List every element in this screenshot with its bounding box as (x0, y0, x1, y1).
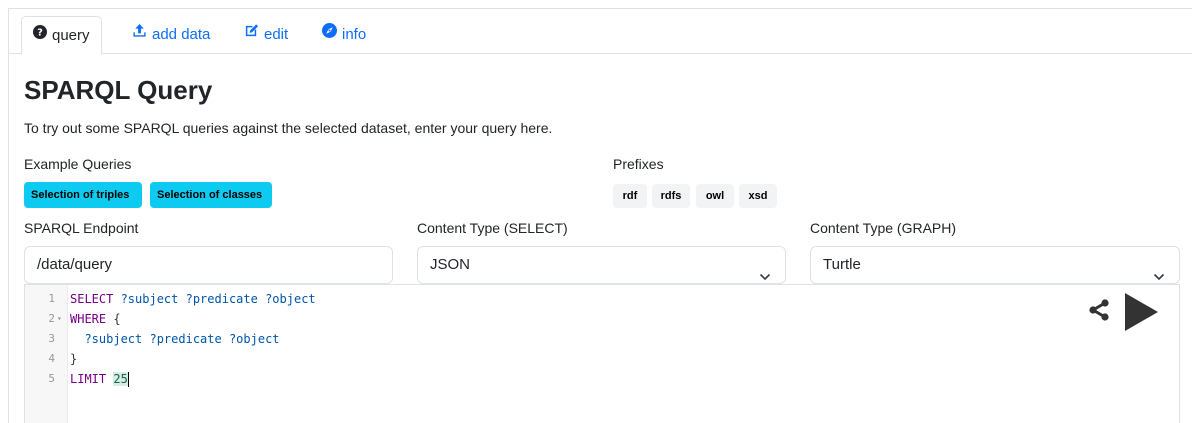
line-number: 5 (48, 372, 55, 385)
content-type-graph-label: Content Type (GRAPH) (810, 220, 957, 236)
content-type-select-dropdown[interactable]: JSON (417, 246, 786, 284)
prefix-rdfs-button[interactable]: rdfs (652, 184, 690, 208)
tab-query[interactable]: ? query (21, 16, 102, 55)
compass-icon (322, 15, 337, 53)
code-number: 25 (113, 372, 128, 386)
content-type-graph-dropdown[interactable]: Turtle (810, 246, 1180, 284)
run-query-play-icon[interactable] (1123, 292, 1159, 337)
line-number: 1 (48, 292, 55, 305)
sparql-endpoint-input[interactable]: /data/query (24, 246, 393, 284)
code-line: SELECT ?subject ?predicate ?object (70, 289, 316, 309)
code-keyword: SELECT (70, 292, 114, 306)
tab-label: info (342, 26, 367, 43)
tab-edit[interactable]: edit (233, 16, 299, 54)
tab-label: query (52, 27, 90, 44)
question-circle-icon: ? (33, 16, 47, 54)
line-number: 3 (48, 332, 55, 345)
content-type-select-value: JSON (430, 256, 471, 273)
code-line: LIMIT 25 (70, 369, 129, 389)
prefix-owl-button[interactable]: owl (696, 184, 734, 208)
prefixes-label: Prefixes (613, 156, 664, 172)
example-queries-label: Example Queries (24, 156, 132, 172)
fold-toggle-icon[interactable]: ▾ (57, 309, 62, 329)
code-keyword: LIMIT (70, 372, 107, 386)
sparql-endpoint-value: /data/query (37, 256, 113, 273)
sparql-endpoint-label: SPARQL Endpoint (24, 220, 139, 236)
content-type-select-label: Content Type (SELECT) (417, 220, 568, 236)
tab-add-data[interactable]: add data (121, 16, 221, 54)
text-cursor (127, 372, 129, 387)
line-number: 4 (48, 352, 55, 365)
query-editor[interactable]: 1 2 ▾ 3 4 5 SELECT ?subject ?predicate ?… (24, 284, 1180, 423)
content-type-graph-value: Turtle (823, 256, 861, 273)
code-line: WHERE { (70, 309, 121, 329)
example-selection-of-triples-button[interactable]: Selection of triples (24, 182, 142, 208)
prefix-rdf-button[interactable]: rdf (613, 184, 647, 208)
tab-bar: ? query add data edit info (8, 8, 1192, 55)
tab-label: add data (152, 26, 211, 43)
tab-info[interactable]: info (311, 16, 377, 54)
code-line: ?subject ?predicate ?object (70, 332, 280, 346)
code-text: ?subject ?predicate ?object (113, 292, 316, 306)
share-icon[interactable] (1087, 298, 1111, 327)
example-selection-of-classes-button[interactable]: Selection of classes (150, 182, 272, 208)
upload-icon (132, 15, 147, 53)
tab-label: edit (264, 26, 289, 43)
code-keyword: WHERE (70, 312, 107, 326)
edit-icon (244, 15, 259, 53)
prefix-xsd-button[interactable]: xsd (739, 184, 777, 208)
page-title: SPARQL Query (24, 75, 213, 105)
line-number: 2 (48, 312, 55, 325)
page-description: To try out some SPARQL queries against t… (24, 120, 553, 136)
code-text: { (106, 312, 121, 326)
code-line: } (70, 352, 78, 366)
svg-text:?: ? (37, 28, 43, 39)
